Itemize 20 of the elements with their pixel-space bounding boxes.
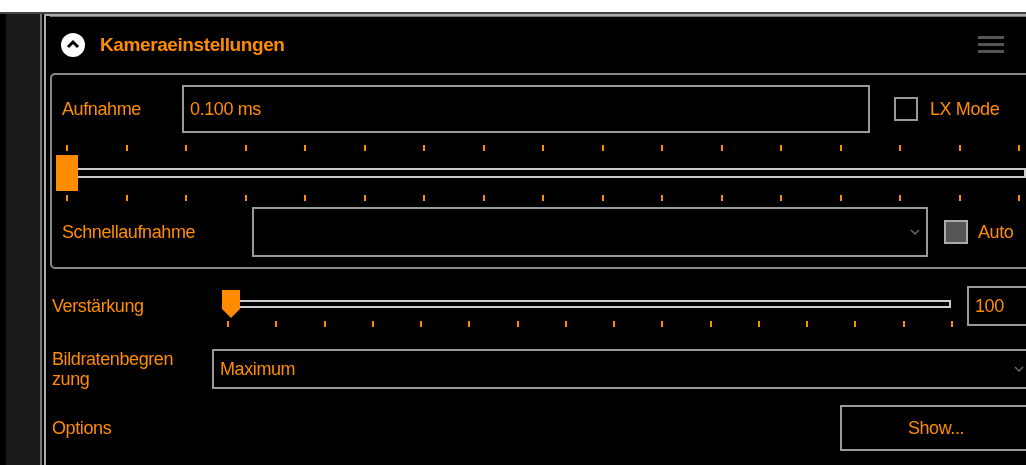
exposure-label: Aufnahme [62,98,142,120]
quick-exposure-dropdown[interactable] [252,207,928,257]
frame-rate-dropdown[interactable]: Maximum [212,349,1026,389]
lx-mode-label: LX Mode [930,98,1000,120]
frame-rate-limit-label: Bildratenbegren zung [52,349,175,389]
gain-slider[interactable] [221,289,951,319]
show-button[interactable]: Show... [840,405,1026,451]
quick-exposure-label: Schnellaufnahme [62,221,197,243]
auto-label: Auto [978,221,1014,243]
slider-thumb[interactable] [221,289,241,319]
exposure-field[interactable]: 0.100 ms [182,85,870,133]
exposure-slider[interactable] [56,155,1026,191]
options-label: Options [52,417,112,439]
panel-title: Kameraeinstellungen [100,34,286,56]
collapse-icon[interactable] [60,32,86,58]
menu-icon[interactable] [978,35,1004,55]
slider-thumb[interactable] [56,155,78,191]
gain-field[interactable]: 100 [967,286,1026,326]
gain-label: Verstärkung [52,295,145,317]
checkbox[interactable] [894,97,918,121]
